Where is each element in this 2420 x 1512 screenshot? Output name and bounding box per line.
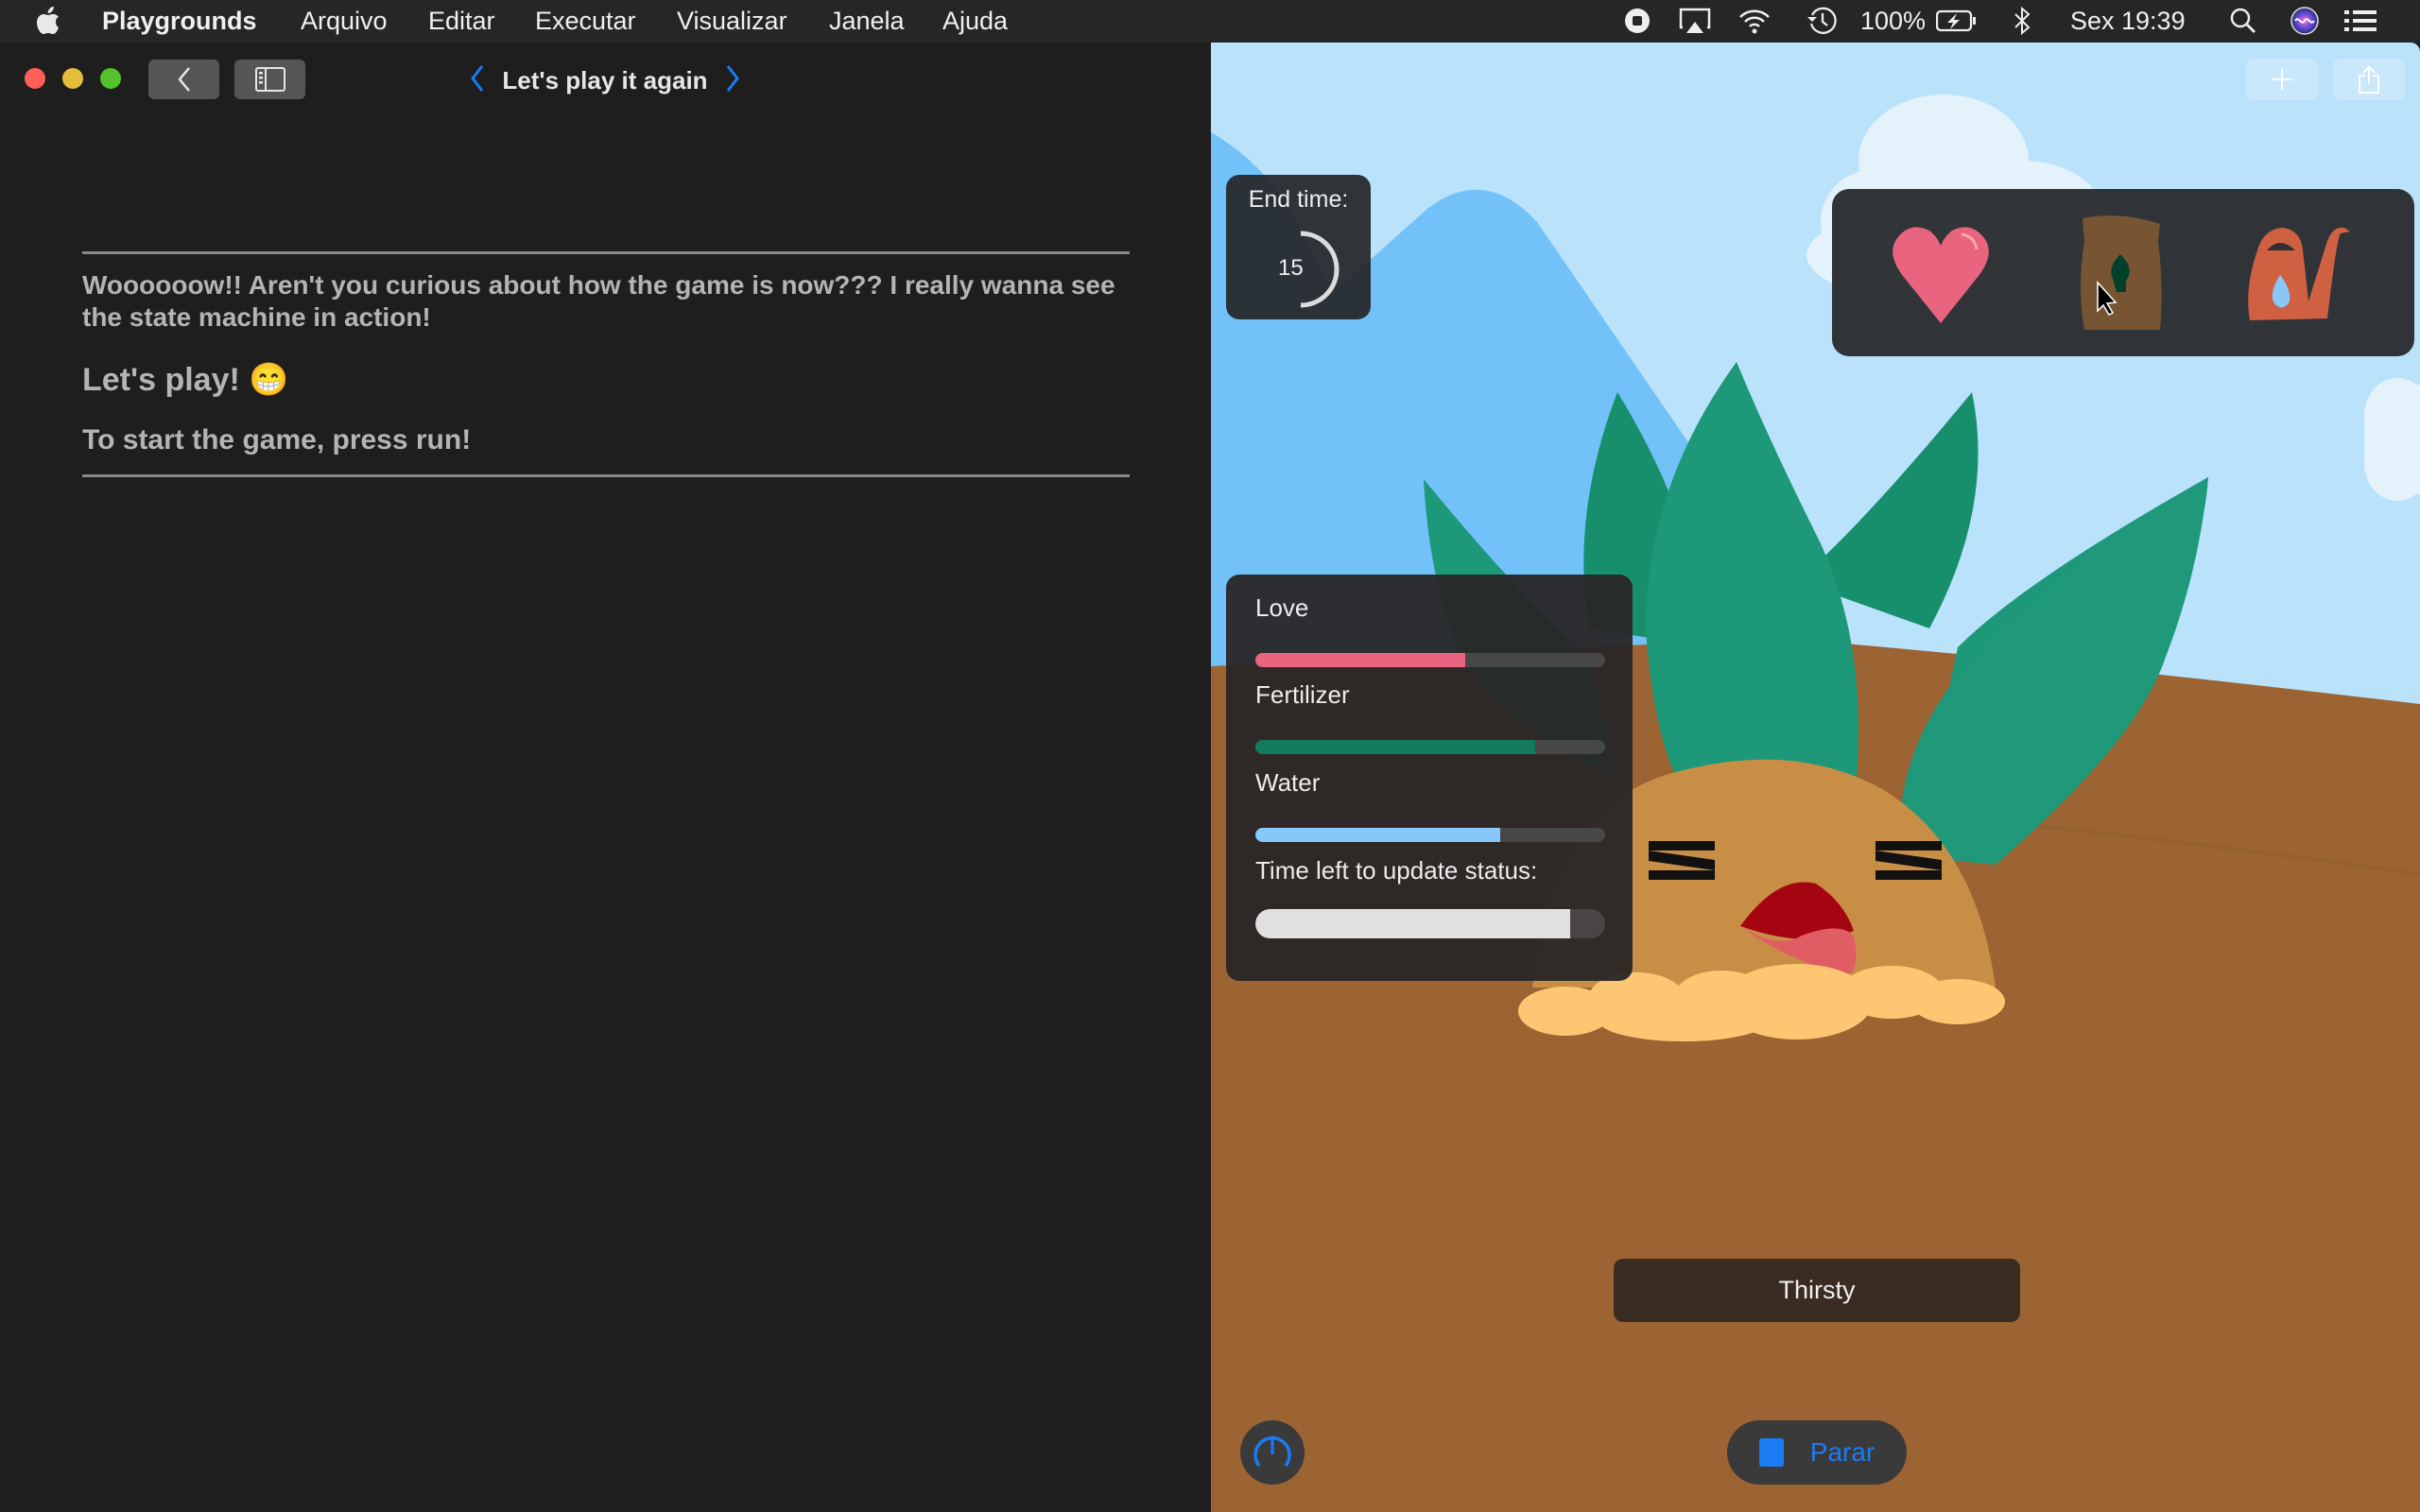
end-time-label: End time: <box>1248 186 1349 213</box>
stop-button-label: Parar <box>1809 1437 1876 1467</box>
water-label: Water <box>1255 768 1321 797</box>
airplay-icon[interactable] <box>1679 6 1711 36</box>
menu-app-playgrounds[interactable]: Playgrounds <box>102 7 257 36</box>
love-action-button[interactable] <box>1875 213 2007 335</box>
stop-icon <box>1758 1438 1784 1467</box>
menu-bar: Playgrounds Arquivo Editar Executar Visu… <box>0 0 2420 43</box>
battery-percentage: 100% <box>1860 7 1927 35</box>
heart-icon <box>1893 227 1989 323</box>
cloud-right <box>2364 378 2420 501</box>
eye-right <box>1876 841 1942 880</box>
screen-record-stop-icon[interactable] <box>1623 6 1651 36</box>
bluetooth-icon[interactable] <box>2012 6 2032 36</box>
menu-ajuda[interactable]: Ajuda <box>942 7 1008 36</box>
speedometer-icon <box>1253 1436 1291 1468</box>
page-navigator: Let's play it again <box>454 61 756 99</box>
zoom-window-button[interactable] <box>100 68 121 89</box>
share-button[interactable] <box>2333 59 2405 100</box>
timer-label: Time left to update status: <box>1255 856 1538 885</box>
previous-page-button[interactable] <box>470 64 485 97</box>
minimize-window-button[interactable] <box>62 68 83 89</box>
next-page-button[interactable] <box>725 64 740 97</box>
end-time-panel: End time: 15 <box>1226 175 1371 319</box>
sidebar-toggle-button[interactable] <box>234 60 305 99</box>
menu-executar[interactable]: Executar <box>535 7 636 36</box>
eye-left <box>1649 841 1715 880</box>
menu-editar[interactable]: Editar <box>428 7 495 36</box>
end-time-value: 15 <box>1278 255 1304 281</box>
water-bar-fill <box>1255 828 1500 842</box>
menu-janela[interactable]: Janela <box>829 7 905 36</box>
back-button[interactable] <box>148 60 219 99</box>
live-view[interactable]: End time: 15 Love Fertilizer Water Time … <box>1211 43 2420 1512</box>
instruction-text: To start the game, press run! <box>82 424 472 455</box>
love-bar-fill <box>1255 653 1465 667</box>
sidebar-icon <box>254 67 285 92</box>
add-button[interactable] <box>2246 59 2318 100</box>
love-label: Love <box>1255 593 1309 622</box>
share-icon <box>2359 65 2379 94</box>
status-panel: Love Fertilizer Water Time left to updat… <box>1226 575 1633 981</box>
state-label: Thirsty <box>1614 1259 2020 1322</box>
page-title: Let's play it again <box>502 65 708 94</box>
menu-arquivo[interactable]: Arquivo <box>301 7 388 36</box>
intro-paragraph: Woooooow!! Aren't you curious about how … <box>82 270 1115 332</box>
siri-icon[interactable] <box>2290 6 2320 36</box>
actions-panel <box>1832 189 2414 356</box>
water-action-button[interactable] <box>2234 213 2366 335</box>
fertilizer-bag-icon <box>2081 215 2162 330</box>
spotlight-search-icon[interactable] <box>2229 6 2257 36</box>
menu-visualizar[interactable]: Visualizar <box>677 7 787 36</box>
divider-top <box>82 251 1130 254</box>
fertilizer-action-button[interactable] <box>2054 213 2187 335</box>
divider-bottom <box>82 474 1130 477</box>
water-bar <box>1255 828 1605 842</box>
section-heading: Let's play! 😁 <box>82 362 289 398</box>
chevron-right-icon <box>726 64 739 92</box>
time-machine-icon[interactable] <box>1806 6 1838 36</box>
timer-bar-fill <box>1255 909 1570 938</box>
battery-charging-icon[interactable] <box>1936 6 1978 36</box>
chevron-left-icon <box>177 67 190 92</box>
timer-bar <box>1255 909 1605 938</box>
close-window-button[interactable] <box>25 68 45 89</box>
end-time-ring-arc <box>1300 231 1340 308</box>
speed-button[interactable] <box>1240 1420 1305 1485</box>
love-bar <box>1255 653 1605 667</box>
stop-button[interactable]: Parar <box>1727 1420 1907 1485</box>
fertilizer-bar-fill <box>1255 740 1535 754</box>
chevron-left-icon <box>471 64 484 92</box>
menu-clock[interactable]: Sex 19:39 <box>2070 7 2186 36</box>
notification-center-icon[interactable] <box>2344 6 2377 36</box>
document-pane: Let's play it again Woooooow!! Aren't yo… <box>0 43 1210 1512</box>
fertilizer-label: Fertilizer <box>1255 680 1350 709</box>
fertilizer-bar <box>1255 740 1605 754</box>
plus-icon <box>2272 69 2292 90</box>
apple-menu-icon[interactable] <box>36 6 60 36</box>
watering-can-icon <box>2248 227 2350 320</box>
wifi-icon[interactable] <box>1737 6 1772 36</box>
